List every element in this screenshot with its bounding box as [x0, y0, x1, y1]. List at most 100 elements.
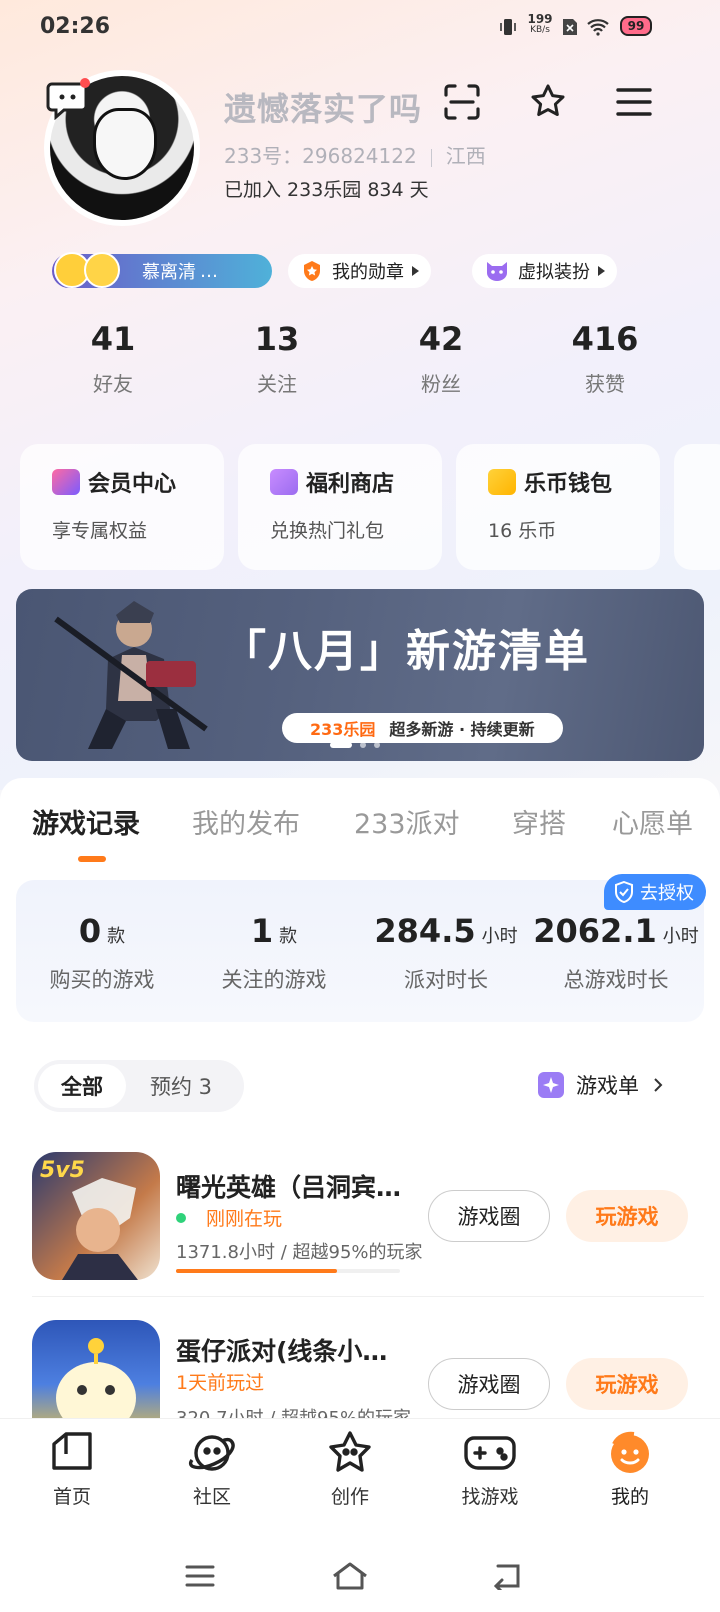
banner-title: 「八月」新游清单: [222, 626, 590, 677]
coin-wallet-card[interactable]: 乐币钱包 16 乐币: [456, 444, 660, 570]
online-dot: [176, 1212, 186, 1223]
star-eyes-emoji-icon: [84, 252, 120, 288]
divider: [32, 1296, 704, 1297]
nav-label: 社区: [192, 1486, 231, 1508]
stat-friends[interactable]: 41 好友: [38, 320, 188, 397]
tab-my-posts[interactable]: 我的发布: [192, 802, 300, 841]
stat-value: 42: [418, 320, 464, 358]
avatar-dressup-chip[interactable]: 虚拟装扮: [472, 254, 617, 288]
region: 江西: [445, 144, 486, 168]
sim-off-icon: [560, 16, 580, 38]
nav-label: 我的: [610, 1486, 649, 1508]
record-label: 购买的游戏: [49, 968, 155, 992]
join-days: 已加入 233乐园 834 天: [224, 179, 429, 201]
record-unit: 小时: [481, 926, 518, 947]
game-circle-button[interactable]: 游戏圈: [428, 1358, 550, 1410]
more-card[interactable]: [674, 444, 720, 570]
game-name[interactable]: 曙光英雄（吕洞宾…: [176, 1168, 401, 1204]
carousel-dot: [374, 742, 380, 748]
record-unit: 款: [107, 926, 126, 947]
vip-center-card[interactable]: 会员中心 享专属权益: [20, 444, 224, 570]
menu-icon[interactable]: [612, 80, 656, 124]
badges-label: 我的勋章: [332, 262, 404, 283]
card-title: 会员中心: [88, 472, 177, 497]
promo-banner[interactable]: 「八月」新游清单 233乐园 超多新游 · 持续更新: [16, 589, 704, 761]
carousel-dot-active: [330, 742, 352, 748]
shield-check-icon: [615, 881, 633, 903]
playtime-progress-fill: [176, 1269, 338, 1273]
banner-character-image: [36, 589, 236, 761]
badges-chip[interactable]: 我的勋章: [288, 254, 431, 288]
scan-icon[interactable]: [440, 80, 484, 124]
stat-likes[interactable]: 416 获赞: [530, 320, 680, 397]
tab-outfits[interactable]: 穿搭: [512, 802, 566, 841]
tab-233-party[interactable]: 233派对: [354, 802, 460, 841]
play-game-button[interactable]: 玩游戏: [566, 1190, 688, 1242]
record-purchased[interactable]: 0 款购买的游戏: [16, 912, 188, 994]
record-unit: 款: [279, 926, 298, 947]
net-speed-unit: KB/s: [530, 25, 550, 35]
uid: 233号：296824122: [224, 144, 417, 168]
favorite-star-icon[interactable]: [526, 80, 570, 124]
fan-club-chip[interactable]: 慕离清…: [52, 252, 272, 288]
fan-club-label: 慕离清: [142, 262, 196, 283]
nav-find-games[interactable]: 找游戏: [440, 1430, 540, 1509]
playtime-progress-track: [176, 1269, 400, 1273]
card-title: 乐币钱包: [524, 472, 613, 497]
carousel-dot: [360, 742, 366, 748]
recent-apps-icon[interactable]: [180, 1556, 220, 1596]
filter-all[interactable]: 全部: [38, 1064, 126, 1108]
stat-fans[interactable]: 42 粉丝: [366, 320, 516, 397]
tab-game-records[interactable]: 游戏记录: [32, 802, 140, 841]
cat-avatar-icon: [487, 262, 507, 281]
card-subtitle: 享专属权益: [52, 520, 148, 542]
banner-sub-text: 超多新游 · 持续更新: [389, 720, 535, 739]
stat-following[interactable]: 13 关注: [202, 320, 352, 397]
welfare-shop-card[interactable]: 福利商店 兑换热门礼包: [238, 444, 442, 570]
tab-wishlist[interactable]: 心愿单: [612, 802, 693, 841]
nav-home[interactable]: 首页: [22, 1430, 122, 1509]
record-label: 总游戏时长: [563, 968, 669, 992]
game-list-button[interactable]: 游戏单: [538, 1070, 665, 1100]
nav-community[interactable]: 社区: [162, 1430, 262, 1509]
home-system-icon[interactable]: [330, 1556, 370, 1596]
play-game-button[interactable]: 玩游戏: [566, 1358, 688, 1410]
back-icon[interactable]: [486, 1556, 526, 1596]
planet-icon: [188, 1435, 235, 1471]
nav-label: 找游戏: [461, 1486, 519, 1508]
vibrate-icon: [496, 16, 520, 38]
game-status-text: 1天前玩过: [176, 1372, 265, 1394]
stat-value: 13: [254, 320, 300, 358]
record-total-time[interactable]: 2062.1 小时 总游戏时长: [530, 912, 702, 994]
home-icon: [52, 1432, 92, 1470]
game-name[interactable]: 蛋仔派对(线条小…: [176, 1332, 387, 1368]
game-status: 刚刚在玩: [176, 1204, 282, 1231]
record-followed[interactable]: 1 款关注的游戏: [188, 912, 360, 994]
smiley-me-icon: [611, 1431, 649, 1473]
nav-me[interactable]: 我的: [580, 1430, 680, 1509]
record-value: 2062.1: [533, 912, 657, 950]
authorize-label: 去授权: [640, 883, 694, 904]
stat-label: 粉丝: [421, 372, 461, 396]
wifi-icon: [584, 16, 612, 38]
record-value: 1: [250, 912, 274, 950]
nav-create[interactable]: 创作: [300, 1430, 400, 1509]
record-value: 0: [78, 912, 102, 950]
game-icon[interactable]: 5v5: [32, 1152, 160, 1280]
sparkle-icon: [538, 1072, 564, 1098]
record-party-time[interactable]: 284.5 小时 派对时长: [360, 912, 532, 994]
record-label: 关注的游戏: [221, 968, 327, 992]
game-playtime: 1371.8小时 / 超越95%的玩家: [176, 1242, 423, 1263]
net-speed-value: 199: [527, 12, 553, 26]
net-speed: 199 KB/s: [526, 12, 554, 36]
nickname[interactable]: 遗憾落实了吗: [224, 84, 422, 130]
card-title: 福利商店: [306, 472, 395, 497]
gift-icon: [270, 469, 298, 495]
filter-reserve[interactable]: 预约 3: [126, 1064, 236, 1108]
nav-label: 创作: [330, 1486, 369, 1508]
game-circle-button[interactable]: 游戏圈: [428, 1190, 550, 1242]
notification-dot: [80, 78, 90, 88]
authorize-button[interactable]: 去授权: [604, 874, 706, 910]
nav-label: 首页: [52, 1486, 91, 1508]
chevron-right-icon: [654, 1078, 663, 1092]
